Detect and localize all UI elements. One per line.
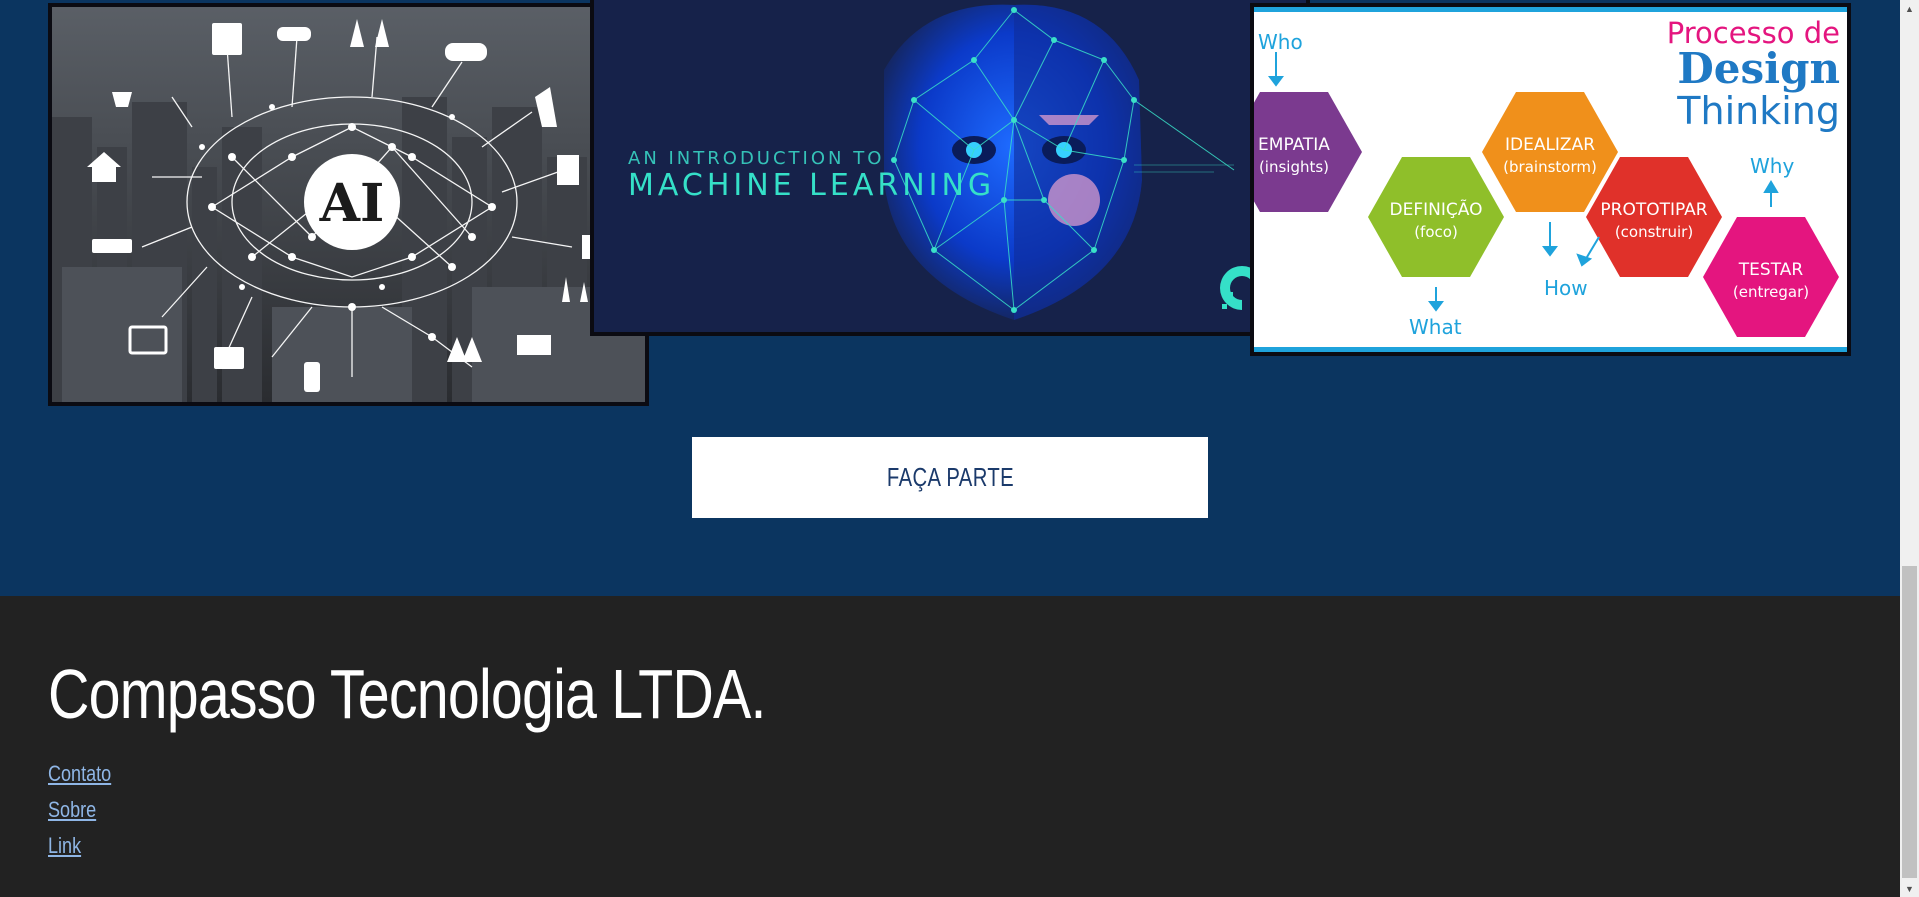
ml-title: MACHINE LEARNING [628,168,995,203]
footer [0,596,1900,897]
dt-step-sub: (foco) [1414,223,1458,241]
dt-step-name: EMPATIA [1258,135,1330,155]
design-thinking-image: Processo de Design Thinking EMPATIA (insi… [1250,3,1851,356]
dt-step-sub: (brainstorm) [1503,158,1597,176]
phone-icon [304,362,320,392]
robot-arm-icon [557,155,579,185]
ac-icon [92,239,132,253]
ai-image: AI [48,3,649,406]
dt-step-sub: (insights) [1259,158,1329,176]
dt-what: What [1409,315,1462,339]
building-icon [212,23,242,55]
machine-learning-illustration: AN INTRODUCTION TO MACHINE LEARNING [594,0,1306,332]
page-scrollbar[interactable]: ▲ ▼ [1900,0,1919,897]
scroll-up-arrow-icon[interactable]: ▲ [1900,0,1919,17]
laptop-icon [214,347,244,369]
footer-links: Contato Sobre Link [48,756,125,864]
footer-link-sobre[interactable]: Sobre [48,792,111,828]
footer-link-link[interactable]: Link [48,828,111,864]
dt-title-line3: Thinking [1676,89,1840,133]
dt-step-name: IDEALIZAR [1505,135,1595,155]
dt-step-sub: (entregar) [1733,283,1809,301]
dt-step-name: PROTOTIPAR [1600,200,1707,220]
machine-learning-image: AN INTRODUCTION TO MACHINE LEARNING [590,0,1310,336]
dt-why: Why [1750,154,1794,178]
camera-icon [277,27,311,41]
footer-link-contato[interactable]: Contato [48,756,111,792]
solar-icon [517,335,551,355]
dt-title-line2: Design [1677,44,1840,93]
ml-kicker: AN INTRODUCTION TO [628,148,884,169]
scroll-thumb[interactable] [1902,566,1917,878]
dt-step-name: DEFINIÇÃO [1390,198,1483,220]
design-thinking-illustration: Processo de Design Thinking EMPATIA(insi… [1254,7,1847,352]
dt-step-sub: (construir) [1615,223,1693,241]
ai-badge: AI [319,173,385,234]
dt-who: Who [1258,30,1303,54]
dt-step-name: TESTAR [1738,260,1804,280]
car-icon [445,43,487,61]
ai-brain-illustration: AI [52,7,645,402]
join-button[interactable]: FAÇA PARTE [692,437,1208,518]
company-name: Compasso Tecnologia LTDA. [48,655,766,733]
scroll-down-arrow-icon[interactable]: ▼ [1900,880,1919,897]
dt-how: How [1544,276,1588,300]
join-button-label: FAÇA PARTE [886,462,1014,492]
